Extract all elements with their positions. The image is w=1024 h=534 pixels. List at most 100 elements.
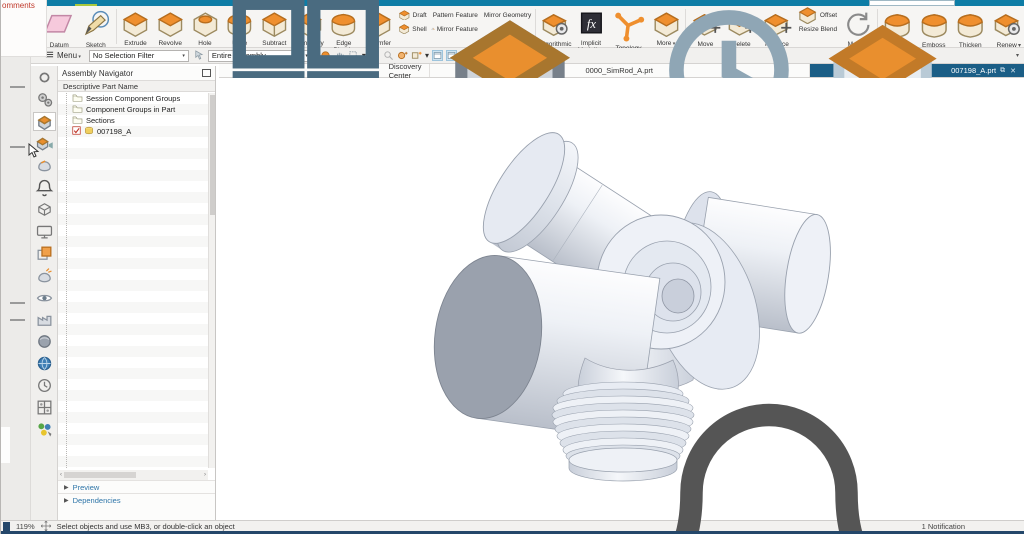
status-message: Select objects and use MB3, or double-cl…	[57, 522, 235, 531]
shell-button[interactable]: Shell	[396, 23, 429, 36]
expand-arrow-icon: ▶	[64, 497, 69, 504]
tree-row-component-groups[interactable]: Component Groups in Part	[58, 104, 208, 115]
scroll-left-arrow[interactable]: ‹	[60, 472, 62, 478]
layers-icon[interactable]	[35, 244, 54, 263]
thicken-icon	[954, 9, 987, 41]
comments-label: omments	[2, 1, 35, 10]
draft-label: Draft	[413, 12, 427, 19]
snap-point-icon[interactable]	[193, 50, 204, 61]
shell-icon	[398, 23, 410, 36]
mirror-feature-icon	[431, 26, 435, 33]
menu-button[interactable]: Menu	[41, 49, 85, 62]
resource-pin-icon[interactable]	[35, 68, 54, 87]
tree-row-label: Component Groups in Part	[86, 105, 175, 114]
part-icon	[84, 126, 94, 137]
sketch-button[interactable]: Sketch	[78, 7, 115, 49]
tree-row-label: Session Component Groups	[86, 94, 180, 103]
navigator-footer: ‹ › ▶ Preview ▶ Dependencies	[58, 480, 215, 520]
navigator-title: Assembly Navigator	[62, 69, 133, 78]
roles-icon[interactable]	[35, 90, 54, 109]
web-browser-icon[interactable]	[35, 354, 54, 373]
extrude-button[interactable]: Extrude	[118, 7, 153, 47]
folder-icon	[72, 115, 83, 126]
toolbar-overflow-caret[interactable]: ▾	[1016, 52, 1019, 59]
touch-mode-icon[interactable]	[35, 420, 54, 439]
dependencies-section-header[interactable]: ▶ Dependencies	[58, 493, 215, 506]
panel-tick	[10, 86, 25, 88]
panel-tick	[10, 319, 25, 321]
tree-row-label: Sections	[86, 116, 115, 125]
notifications-icon[interactable]	[35, 178, 54, 197]
tab-007198-part-active[interactable]: 007198_A.prt ⧉ ✕	[810, 64, 1024, 77]
tree-row-label: 007198_A	[97, 127, 131, 136]
revolve-label: Revolve	[158, 40, 181, 47]
sketch-icon	[80, 9, 113, 41]
tab-discovery-center[interactable]: Discovery Center	[219, 64, 430, 77]
svg-text:fx: fx	[586, 17, 596, 31]
simrod-tab-label: 0000_SimRod_A.prt	[585, 66, 653, 75]
notification-area[interactable]: 1 Notification	[619, 375, 965, 534]
comments-overlay-panel: omments	[1, 0, 47, 57]
thicken-button[interactable]: Thicken	[952, 7, 989, 49]
tree-row-007198-part[interactable]: 007198_A	[58, 126, 208, 137]
shell-label: Shell	[412, 26, 426, 33]
pin-tab-icon[interactable]: ⧉	[999, 67, 1006, 75]
component-checkbox[interactable]	[72, 126, 81, 137]
undock-panel-icon[interactable]	[202, 69, 211, 77]
panel-tick	[10, 302, 25, 304]
templates-icon[interactable]	[35, 398, 54, 417]
revolve-icon	[155, 9, 186, 39]
collapsed-side-panel	[1, 6, 31, 520]
bell-icon	[619, 375, 919, 534]
discovery-center-label: Discovery Center	[389, 62, 422, 80]
extrude-label: Extrude	[124, 40, 146, 47]
scrollbar-thumb[interactable]	[64, 472, 136, 478]
process-studio-icon[interactable]	[35, 266, 54, 285]
zoom-level[interactable]: 119%	[16, 522, 35, 531]
tab-simrod-part[interactable]: 0000_SimRod_A.prt	[430, 64, 810, 77]
preview-label: Preview	[73, 483, 100, 492]
add-body-icon[interactable]	[411, 50, 422, 61]
expand-arrow-icon: ▶	[64, 484, 69, 491]
preview-section-header[interactable]: ▶ Preview	[58, 480, 215, 493]
visual-reports-icon[interactable]	[35, 288, 54, 307]
assembly-navigator-icon[interactable]	[33, 112, 56, 131]
hd3d-tools-icon[interactable]	[35, 222, 54, 241]
hole-icon	[190, 9, 221, 39]
folder-icon	[72, 104, 83, 115]
draft-button[interactable]: Draft	[396, 9, 429, 22]
active-part-tab-label: 007198_A.prt	[951, 66, 996, 75]
selection-filter-value: No Selection Filter	[93, 51, 154, 60]
topology-optimization-icon	[610, 9, 646, 44]
notification-label: 1 Notification	[922, 522, 965, 531]
navigator-vertical-scrollbar[interactable]	[208, 93, 215, 468]
navigator-tree: Session Component Groups Component Group…	[58, 93, 208, 468]
panel-slot	[1, 427, 10, 463]
close-tab-icon[interactable]: ✕	[1009, 67, 1017, 75]
manufacturing-icon[interactable]	[35, 310, 54, 329]
assembly-navigator-panel: Assembly Navigator Descriptive Part Name…	[58, 66, 216, 520]
tree-row-session-groups[interactable]: Session Component Groups	[58, 93, 208, 104]
tree-row-sections[interactable]: Sections	[58, 115, 208, 126]
panel-tick	[10, 146, 25, 148]
combo-arrow-icon: ▾	[182, 53, 185, 59]
scroll-right-arrow[interactable]: ›	[204, 472, 206, 478]
revolve-button[interactable]: Revolve	[153, 7, 188, 47]
hole-button[interactable]: Hole	[188, 7, 223, 47]
move-cursor-icon	[41, 521, 51, 531]
hole-label: Hole	[198, 40, 211, 47]
navigator-column-header[interactable]: Descriptive Part Name	[58, 80, 215, 92]
document-tab-bar: Discovery Center 0000_SimRod_A.prt 00719…	[219, 64, 1024, 78]
renew-feature-icon	[991, 9, 1024, 41]
status-bar: 119% Select objects and use MB3, or doub…	[1, 520, 1024, 531]
navigator-horizontal-scrollbar[interactable]: ‹ ›	[58, 470, 208, 480]
reuse-library-icon[interactable]	[35, 200, 54, 219]
mouse-cursor	[28, 143, 40, 159]
selection-filter-combo[interactable]: No Selection Filter ▾	[89, 50, 189, 62]
add-selection-icon[interactable]	[397, 50, 408, 61]
ribbon-group-construction: Datum Plane Sketch Construction	[41, 6, 114, 47]
history-icon[interactable]	[35, 376, 54, 395]
menu-label: Menu	[57, 51, 81, 60]
materials-icon[interactable]	[35, 332, 54, 351]
nx-application-window: Datum Plane Sketch Construction Extrude …	[0, 0, 1024, 534]
